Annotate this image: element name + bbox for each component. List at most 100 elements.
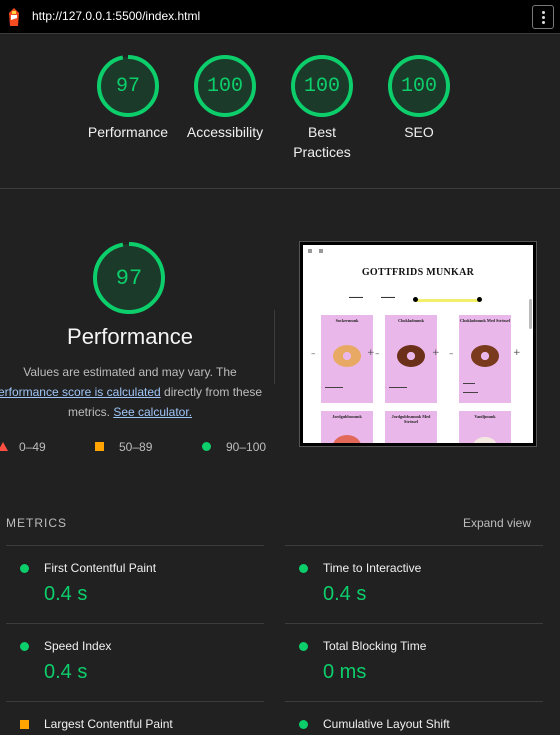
gauge-best-practices[interactable]: 100 Best Practices [276,54,368,162]
donut-image [397,345,425,367]
thumb-product-card: Chokladmunk ▬▬▬▬▬▬ [385,315,437,403]
expand-view-button[interactable]: Expand view [463,516,531,530]
thumb-card-name: Jordgubbsmunk Med Strössel [391,414,431,424]
metric-name: Total Blocking Time [323,639,427,653]
metric-value: 0.4 s [323,583,367,605]
legend-range: 50–89 [119,440,153,454]
gauge-performance[interactable]: 97 Performance [82,54,174,142]
metric-value: 0.4 s [44,661,88,683]
gauge-score: 97 [115,74,140,98]
thumb-nav-item: ▬▬▬▬ [381,295,395,299]
thumb-product-card: Jordgubbsmunk [321,411,373,443]
performance-description: Values are estimated and may vary. The e… [0,362,266,422]
thumb-card-name: Vaniljmunk [474,414,496,419]
thumb-product-card: Vaniljmunk [459,411,511,443]
vertical-divider [274,310,275,384]
metric-first-contentful-paint: First Contentful Paint 0.4 s [6,545,264,623]
average-status-icon [20,720,29,729]
thumb-nav-item: ▬▬▬▬ [349,295,363,299]
donut-image [471,345,499,367]
gauge-score: 100 [303,74,340,98]
minus-icon: – [375,349,380,359]
metric-value: 0 ms [323,661,367,683]
thumb-product-card: Jordgubbsmunk Med Strössel [385,411,437,443]
triangle-icon [0,442,8,451]
lighthouse-icon [9,8,19,26]
good-status-icon [20,564,29,573]
plus-icon: + [367,348,375,358]
gauge-label-line1: Best [307,124,336,140]
plus-icon: + [432,348,440,358]
legend-range: 90–100 [226,440,267,454]
desc-metrics: metrics. [67,405,110,419]
thumb-brand: GOTTFRIDS MUNKAR [361,267,475,278]
legend-poor: 0–49 [0,440,46,454]
score-calculated-link[interactable]: erformance score is calculated [0,385,161,399]
metric-name: Largest Contentful Paint [44,717,173,731]
thumb-card-name: Chokladmunk Med Strössel [459,318,511,323]
thumb-scrollbar [529,299,532,329]
thumb-card-name: Chokladmunk [398,318,424,323]
donut-image [473,437,497,443]
performance-main-gauge: 97 [92,241,166,315]
metric-name: Speed Index [44,639,112,653]
thumb-header [303,245,533,257]
thumb-card-name: Jordgubbsmunk [332,414,362,419]
desc-line1: Values are estimated and may vary. The [23,365,237,379]
metric-divider [285,623,543,624]
metric-divider [6,545,264,546]
gauge-label: Performance [87,124,169,140]
thumb-slider-knob [413,297,418,302]
metric-divider [285,701,543,702]
kebab-menu-icon[interactable] [532,5,554,29]
thumb-card-name: Sockermunk [335,318,359,323]
donut-image [333,435,361,443]
performance-score: 97 [115,265,143,291]
metric-time-to-interactive: Time to Interactive 0.4 s [285,545,543,623]
metric-divider [6,623,264,624]
metric-divider [285,545,543,546]
donut-image [333,345,361,367]
thumb-product-card: Chokladmunk Med Strössel ▬▬▬▬ ▬▬▬▬▬ [459,315,511,403]
section-divider [0,188,560,189]
thumb-card-caption: ▬▬▬▬▬ [463,390,478,394]
metric-total-blocking-time: Total Blocking Time 0 ms [285,623,543,701]
good-status-icon [20,642,29,651]
gauge-accessibility[interactable]: 100 Accessibility [179,54,271,142]
square-icon [95,442,104,451]
gauge-label-line2: Practices [293,144,351,160]
legend-range: 0–49 [19,440,46,454]
minus-icon: – [449,349,454,359]
metrics-heading: METRICS [6,516,67,530]
metric-speed-index: Speed Index 0.4 s [6,623,264,701]
metric-name: Time to Interactive [323,561,422,575]
metric-value: 0.4 s [44,583,88,605]
thumb-price-slider [415,299,481,302]
plus-icon: + [513,348,521,358]
metric-name: Cumulative Layout Shift [323,717,450,731]
circle-icon [202,442,211,451]
performance-title: Performance [67,324,193,349]
gauge-label: Accessibility [186,124,264,140]
desc-after-link: directly from these [160,385,263,399]
metric-name: First Contentful Paint [44,561,157,575]
thumb-card-caption: ▬▬▬▬▬▬ [325,385,343,389]
good-status-icon [299,642,308,651]
see-calculator-link[interactable]: See calculator. [113,405,192,419]
legend-good: 90–100 [202,440,266,454]
metric-largest-contentful-paint: Largest Contentful Paint [6,701,264,735]
legend-average: 50–89 [95,440,152,454]
good-status-icon [299,720,308,729]
gauge-score: 100 [206,74,243,98]
good-status-icon [299,564,308,573]
gauge-seo[interactable]: 100 SEO [373,54,465,142]
metric-divider [6,701,264,702]
metric-cumulative-layout-shift: Cumulative Layout Shift [285,701,543,735]
thumb-card-caption: ▬▬▬▬ [463,381,475,385]
gauge-label: SEO [404,124,434,140]
page-screenshot-thumbnail[interactable]: GOTTFRIDS MUNKAR ▬▬▬▬ ▬▬▬▬ Sockermunk ▬▬… [300,242,536,446]
thumb-slider-knob [477,297,482,302]
thumb-product-card: Sockermunk ▬▬▬▬▬▬ [321,315,373,403]
thumb-card-caption: ▬▬▬▬▬▬ [389,385,407,389]
page-url[interactable]: http://127.0.0.1:5500/index.html [32,9,200,23]
